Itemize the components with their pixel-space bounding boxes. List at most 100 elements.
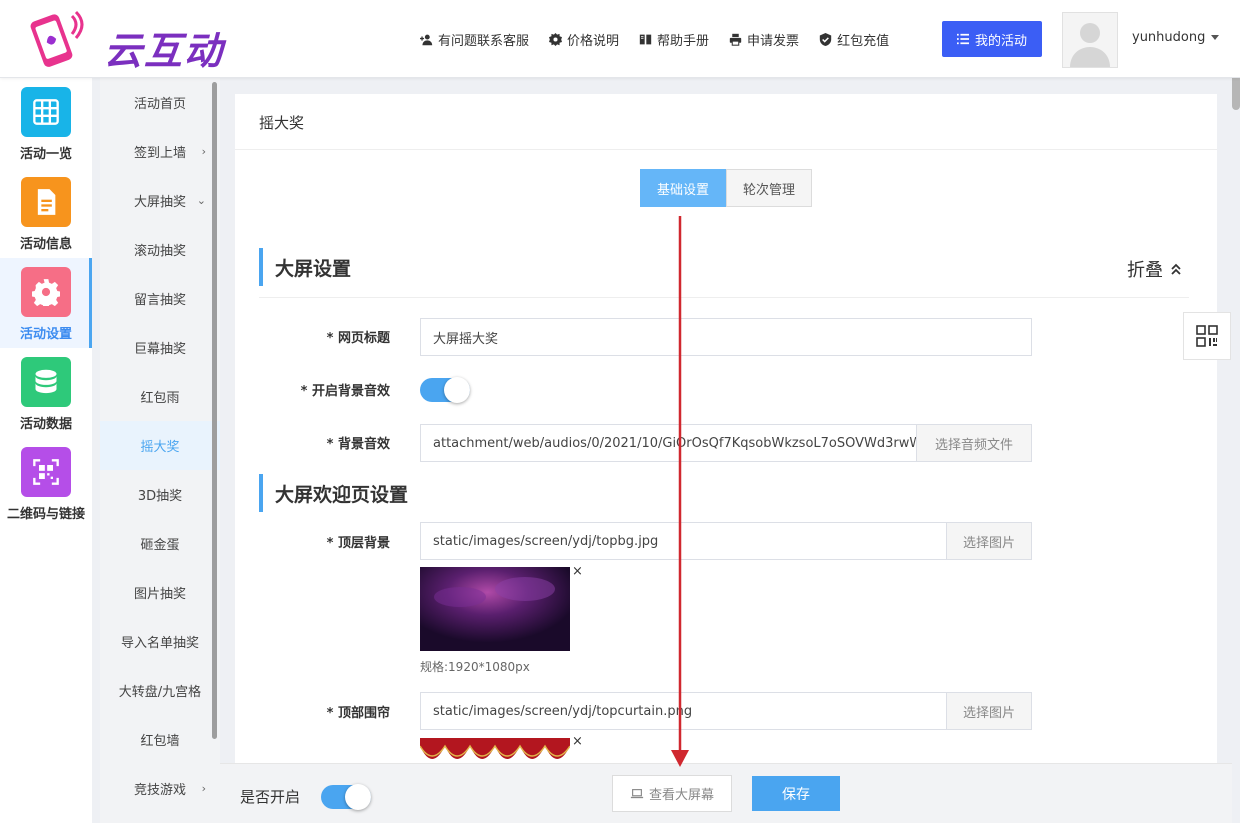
sidebar-item-label: 活动设置	[19, 327, 72, 342]
my-activity-label: 我的活动	[974, 33, 1027, 49]
sidebar-item-activity-info[interactable]: 活动信息	[0, 168, 92, 258]
qrcode-outline-icon	[1196, 325, 1218, 347]
subnav-label: 导入名单抽奖	[120, 636, 199, 651]
top-nav: 有问题联系客服 价格说明 帮助手册 申请发票 红包充值	[420, 0, 889, 78]
top-bg-path-input[interactable]: static/images/screen/ydj/topbg.jpg	[420, 522, 947, 560]
field-label-page-title: * 网页标题	[326, 331, 390, 346]
subnav-item-wheel-grid[interactable]: 大转盘/九宫格	[100, 666, 220, 715]
field-label-top-curtain: * 顶部围帘	[326, 706, 390, 721]
choose-top-curtain-image-button[interactable]: 选择图片	[946, 692, 1032, 730]
nav-help-manual[interactable]: 帮助手册	[639, 30, 709, 49]
section-title-welcome-page: 大屏欢迎页设置	[259, 474, 408, 512]
subnav-label: 大转盘/九宫格	[118, 685, 202, 700]
nav-contact-support[interactable]: 有问题联系客服	[420, 30, 529, 49]
subnav-label: 图片抽奖	[133, 587, 186, 602]
user-menu[interactable]: yunhudong	[1132, 30, 1220, 45]
subnav-item-big-screen-lottery[interactable]: 大屏抽奖 ⌄	[100, 176, 220, 225]
sidebar-item-activity-data[interactable]: 活动数据	[0, 348, 92, 438]
nav-redpacket-recharge-label: 红包充值	[837, 33, 890, 49]
sidebar-item-label: 活动数据	[19, 417, 72, 432]
subnav-item-competitive-games[interactable]: 竞技游戏 ›	[100, 764, 220, 813]
nav-invoice[interactable]: 申请发票	[729, 30, 799, 49]
sidebar-item-label: 活动一览	[19, 147, 72, 162]
nav-pricing-label: 价格说明	[567, 33, 620, 49]
logo[interactable]: 云互动	[22, 10, 232, 73]
bg-music-path-input[interactable]: attachment/web/audios/0/2021/10/GiOrOsQf…	[420, 424, 917, 462]
laptop-icon	[630, 788, 644, 798]
sidebar-item-label: 二维码与链接	[6, 507, 85, 522]
user-plus-icon	[420, 34, 433, 45]
subnav-scrollbar[interactable]	[212, 82, 217, 739]
username-label: yunhudong	[1132, 30, 1206, 45]
fold-label: 折叠	[1127, 260, 1163, 281]
fold-toggle[interactable]: 折叠	[1127, 256, 1183, 282]
list-icon	[956, 33, 969, 45]
database-icon	[21, 357, 71, 407]
subnav-item-golden-egg[interactable]: 砸金蛋	[100, 519, 220, 568]
subnav-item-checkin-wall[interactable]: 签到上墙 ›	[100, 127, 220, 176]
bg-music-toggle[interactable]	[420, 377, 470, 403]
save-button[interactable]: 保存	[752, 776, 840, 811]
subnav-item-import-list-lottery[interactable]: 导入名单抽奖	[100, 617, 220, 666]
my-activity-button[interactable]: 我的活动	[942, 21, 1042, 57]
subnav-label: 大屏抽奖	[133, 195, 186, 210]
subnav-label: 红包雨	[140, 391, 180, 406]
field-label-bg-music: * 背景音效	[326, 437, 390, 452]
caret-down-icon	[1211, 35, 1220, 40]
top-curtain-path-input[interactable]: static/images/screen/ydj/topcurtain.png	[420, 692, 947, 730]
choose-top-bg-image-button[interactable]: 选择图片	[946, 522, 1032, 560]
gear-icon	[21, 267, 71, 317]
field-label-top-bg: * 顶层背景	[326, 536, 390, 551]
nav-redpacket-recharge[interactable]: 红包充值	[819, 30, 889, 49]
subnav-item-shake-prize[interactable]: 摇大奖	[100, 421, 220, 470]
view-big-screen-label: 查看大屏幕	[648, 788, 714, 803]
page-title-input[interactable]: 大屏摇大奖	[420, 318, 1032, 356]
subnav-label: 摇大奖	[140, 440, 180, 455]
book-icon	[639, 34, 652, 44]
divider	[235, 149, 1217, 150]
avatar[interactable]	[1062, 12, 1118, 68]
nav-help-manual-label: 帮助手册	[657, 33, 710, 49]
toggle-knob	[345, 784, 371, 810]
subnav-item-activity-home[interactable]: 活动首页	[100, 78, 220, 127]
document-icon	[21, 177, 71, 227]
tab-basic-settings[interactable]: 基础设置	[640, 169, 726, 207]
subnav-item-giant-screen-lottery[interactable]: 巨幕抽奖	[100, 323, 220, 372]
subnav-label: 竞技游戏	[133, 783, 186, 798]
user-silhouette-icon	[1070, 23, 1110, 67]
subnav-label: 红包墙	[140, 734, 180, 749]
subnav-item-redpacket-rain[interactable]: 红包雨	[100, 372, 220, 421]
divider	[259, 297, 1189, 298]
sidebar-item-label: 活动信息	[19, 237, 72, 252]
sidebar-item-qrcode-links[interactable]: 二维码与链接	[0, 438, 92, 528]
subnav-label: 滚动抽奖	[133, 244, 186, 259]
subnav-item-message-lottery[interactable]: 留言抽奖	[100, 274, 220, 323]
subnav-item-redpacket-wall[interactable]: 红包墙	[100, 715, 220, 764]
subnav-label: 留言抽奖	[133, 293, 186, 308]
subnav-item-3d-lottery[interactable]: 3D抽奖	[100, 470, 220, 519]
page-title: 摇大奖	[259, 114, 305, 132]
subnav-item-image-lottery[interactable]: 图片抽奖	[100, 568, 220, 617]
printer-icon	[729, 33, 742, 46]
enable-toggle[interactable]	[321, 784, 371, 810]
subnav-label: 巨幕抽奖	[133, 342, 186, 357]
tab-round-management[interactable]: 轮次管理	[726, 169, 812, 207]
remove-top-bg-icon[interactable]: ×	[572, 564, 583, 579]
sidebar-item-activity-settings[interactable]: 活动设置	[0, 258, 92, 348]
subnav-label: 3D抽奖	[137, 489, 183, 504]
subnav-label: 砸金蛋	[140, 538, 180, 553]
subnav-item-scroll-lottery[interactable]: 滚动抽奖	[100, 225, 220, 274]
gear-badge-icon	[549, 32, 563, 46]
settings-card: 摇大奖 基础设置 轮次管理 大屏设置 折叠 * 网页标题 大屏摇大奖 * 开启背…	[235, 94, 1217, 774]
nav-pricing[interactable]: 价格说明	[549, 30, 619, 49]
logo-text: 云互动	[104, 29, 225, 73]
phone-logo-icon	[30, 10, 84, 67]
remove-top-curtain-icon[interactable]: ×	[572, 734, 583, 749]
sidebar-item-activity-overview[interactable]: 活动一览	[0, 78, 92, 168]
choose-audio-button[interactable]: 选择音频文件	[916, 424, 1032, 462]
chevron-right-icon: ›	[201, 145, 206, 158]
primary-sidebar: 活动一览 活动信息 活动设置 活动数据 二维码与链接	[0, 78, 92, 823]
view-big-screen-button[interactable]: 查看大屏幕	[612, 775, 732, 812]
shield-check-icon	[819, 32, 832, 46]
floating-qrcode-button[interactable]	[1183, 312, 1231, 360]
